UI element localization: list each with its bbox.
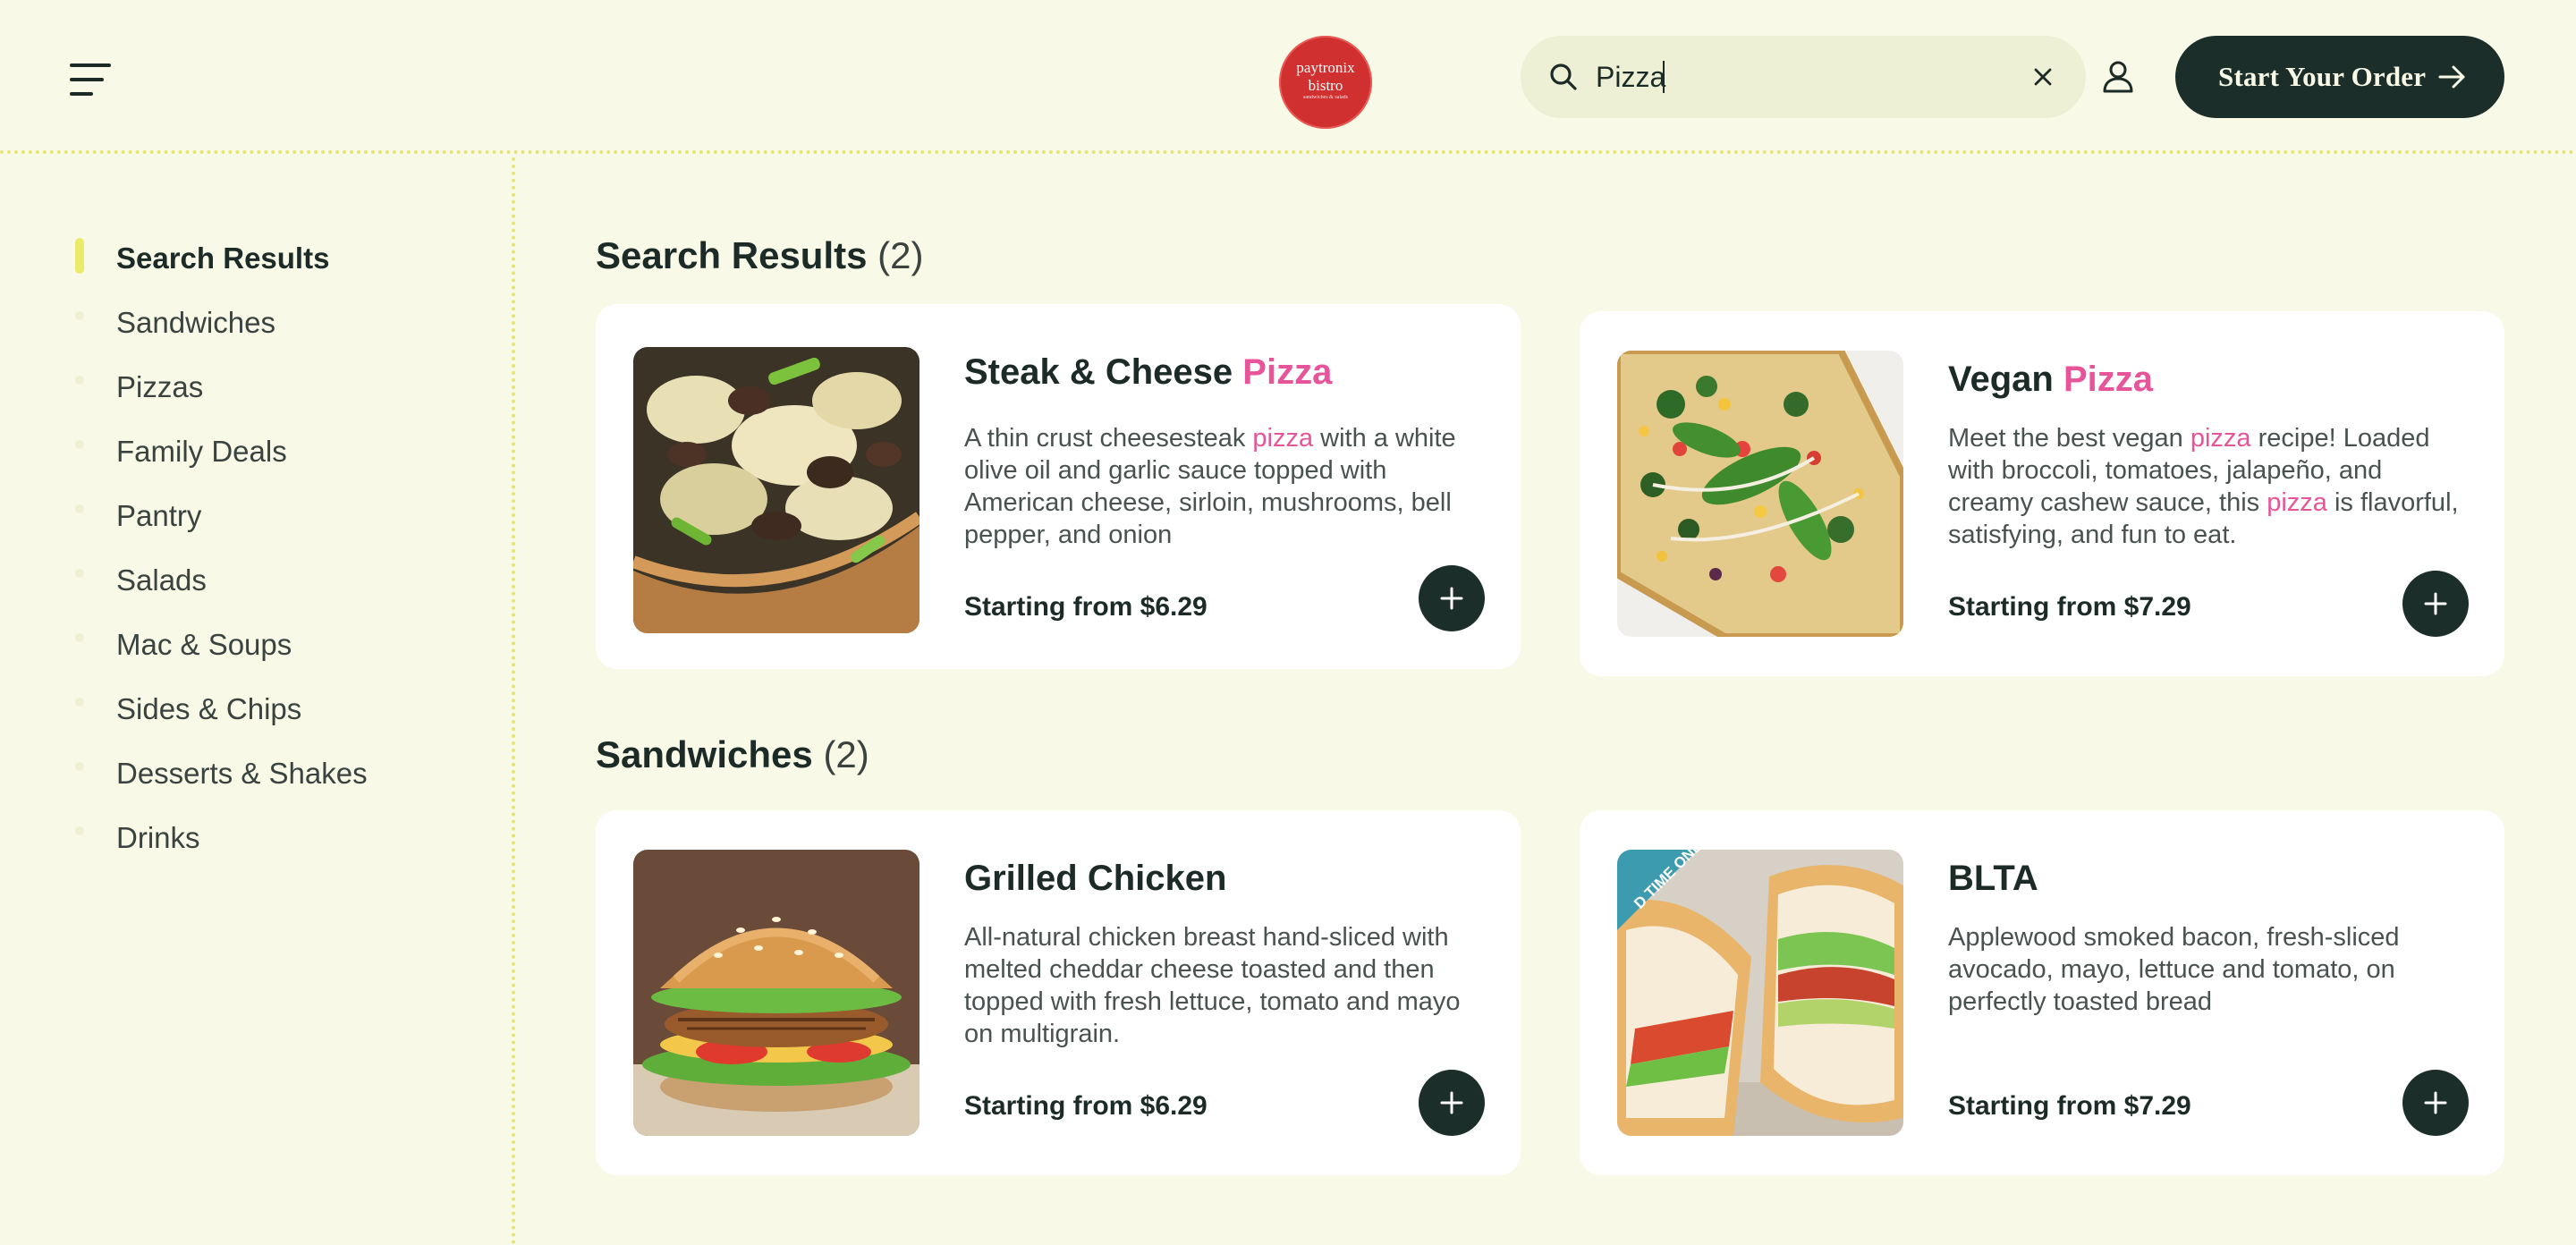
product-image: D TIME ONLY <box>1617 850 1903 1136</box>
sidebar-item-label: Pantry <box>116 499 202 532</box>
menu-card-blta[interactable]: D TIME ONLY BLTA Applewood smoked bacon,… <box>1580 810 2504 1175</box>
plus-icon <box>2424 592 2447 615</box>
add-to-order-button[interactable] <box>1419 565 1485 631</box>
product-price: Starting from $7.29 <box>1948 1091 2191 1121</box>
menu-card-steak-cheese-pizza[interactable]: Steak & Cheese Pizza A thin crust cheese… <box>596 304 1521 669</box>
product-price: Starting from $6.29 <box>964 592 1208 622</box>
product-price: Starting from $7.29 <box>1948 592 2191 622</box>
logo-name: paytronix bistro <box>1296 59 1355 94</box>
category-sidebar: Search Results Sandwiches Pizzas Family … <box>0 157 515 1245</box>
start-order-label: Start Your Order <box>2218 61 2427 92</box>
sidebar-item-label: Pizzas <box>116 370 204 403</box>
product-description: Applewood smoked bacon, fresh-sliced avo… <box>1948 923 2400 1016</box>
sidebar-item-label: Mac & Soups <box>116 628 292 661</box>
arrow-right-icon <box>2438 65 2465 89</box>
sidebar-item-label: Salads <box>116 563 207 597</box>
menu-card-grilled-chicken[interactable]: Grilled Chicken All-natural chicken brea… <box>596 810 1521 1175</box>
user-icon[interactable] <box>2102 59 2134 95</box>
plus-icon <box>2424 1091 2447 1114</box>
sidebar-item-mac-soups[interactable]: Mac & Soups <box>70 622 463 665</box>
sidebar-item-pizzas[interactable]: Pizzas <box>70 365 463 408</box>
product-title: BLTA <box>1948 859 2038 898</box>
add-to-order-button[interactable] <box>2402 1070 2469 1136</box>
sidebar-item-salads[interactable]: Salads <box>70 558 463 601</box>
sidebar-item-sides-chips[interactable]: Sides & Chips <box>70 687 463 730</box>
product-image <box>633 347 919 633</box>
sidebar-item-label: Search Results <box>116 241 330 275</box>
clear-icon[interactable] <box>2030 64 2055 89</box>
search-bar <box>1521 36 2086 118</box>
search-icon <box>1550 64 1577 90</box>
product-title: Steak & Cheese Pizza <box>964 352 1333 392</box>
sidebar-item-sandwiches[interactable]: Sandwiches <box>70 301 463 343</box>
plus-icon <box>1440 587 1463 610</box>
sidebar-item-label: Sandwiches <box>116 306 275 339</box>
product-title: Grilled Chicken <box>964 859 1227 898</box>
sidebar-item-label: Family Deals <box>116 435 287 468</box>
product-description: Meet the best vegan pizza recipe! Loaded… <box>1948 424 2459 549</box>
section-title-search-results: Search Results (2) <box>596 234 924 276</box>
sidebar-item-drinks[interactable]: Drinks <box>70 816 463 859</box>
sidebar-item-label: Drinks <box>116 821 200 854</box>
text-cursor <box>1663 61 1665 93</box>
menu-icon[interactable] <box>70 61 113 98</box>
sidebar-item-search-results[interactable]: Search Results <box>70 236 463 279</box>
product-description: All-natural chicken breast hand-sliced w… <box>964 923 1461 1048</box>
product-image <box>1617 351 1903 637</box>
product-image <box>633 850 919 1136</box>
sidebar-item-pantry[interactable]: Pantry <box>70 494 463 537</box>
search-input[interactable] <box>1596 54 1989 100</box>
logo-tagline: sandwiches & salads <box>1303 95 1348 100</box>
add-to-order-button[interactable] <box>1419 1070 1485 1136</box>
result-count: (2) <box>877 234 924 276</box>
product-description: A thin crust cheesesteak pizza with a wh… <box>964 424 1456 549</box>
add-to-order-button[interactable] <box>2402 571 2469 637</box>
product-price: Starting from $6.29 <box>964 1091 1208 1121</box>
sidebar-item-family-deals[interactable]: Family Deals <box>70 429 463 472</box>
result-count: (2) <box>823 733 869 775</box>
start-order-button[interactable]: Start Your Order <box>2175 36 2504 118</box>
sidebar-item-label: Sides & Chips <box>116 692 302 725</box>
active-indicator <box>75 238 84 274</box>
section-title-sandwiches: Sandwiches (2) <box>596 733 869 775</box>
menu-card-vegan-pizza[interactable]: Vegan Pizza Meet the best vegan pizza re… <box>1580 311 2504 676</box>
product-title: Vegan Pizza <box>1948 360 2153 399</box>
logo[interactable]: paytronix bistro sandwiches & salads <box>1279 36 1372 129</box>
plus-icon <box>1440 1091 1463 1114</box>
sidebar-item-desserts-shakes[interactable]: Desserts & Shakes <box>70 751 463 794</box>
header: paytronix bistro sandwiches & salads Sta… <box>0 0 2576 154</box>
sidebar-item-label: Desserts & Shakes <box>116 757 368 790</box>
